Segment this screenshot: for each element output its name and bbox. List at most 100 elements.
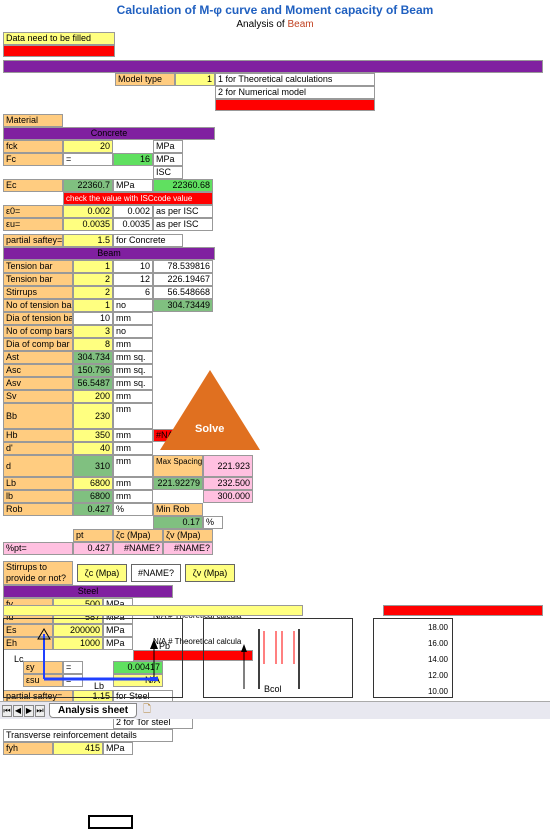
ast-value: 304.734 <box>73 351 113 364</box>
lb-value[interactable]: 6800 <box>73 477 113 490</box>
mini-chart: 18.00 16.00 14.00 12.00 10.00 <box>373 618 453 698</box>
fc-value[interactable]: 16 <box>113 153 153 166</box>
pt-label: %pt= <box>3 542 73 555</box>
bcol-label: Bcol <box>264 684 282 694</box>
chart-yellow-bar <box>3 605 303 616</box>
minrob-label: Min Rob <box>153 503 203 516</box>
rob-unit: % <box>113 503 153 516</box>
maxsp-v2a: 221.92279 <box>153 477 203 490</box>
tab-overflow-icon[interactable]: 🗋 <box>143 702 151 719</box>
model-label: Model type <box>115 73 175 86</box>
lb2-label: lb <box>3 490 73 503</box>
red-bar-model <box>215 99 375 111</box>
d-value: 310 <box>73 455 113 477</box>
conc-partial-value[interactable]: 1.5 <box>63 234 113 247</box>
beam-r2-c1[interactable]: 2 <box>73 286 113 299</box>
ntb-c3: 304.73449 <box>153 299 213 312</box>
zv-head: ζv (Mpa) <box>163 529 213 542</box>
beam-r2-c3: 56.548668 <box>153 286 213 299</box>
fc-label: Fc <box>3 153 63 166</box>
beam-r0-c1[interactable]: 1 <box>73 260 113 273</box>
stirrup-zc-button[interactable]: ζc (Mpa) <box>77 564 127 582</box>
dcb-unit: mm <box>113 338 153 351</box>
ec-calc: 22360.68 <box>153 179 213 192</box>
d-label: d <box>3 455 73 477</box>
d-unit: mm <box>113 455 153 477</box>
fyh-unit: MPa <box>103 742 133 755</box>
data-fill-label: Data need to be filled <box>3 32 115 45</box>
eu-isc-label: as per ISC <box>153 218 213 231</box>
stirrup-zv-button[interactable]: ζv (Mpa) <box>185 564 235 582</box>
dcb-label: Dia of comp bar <box>3 338 73 351</box>
ncb-value[interactable]: 3 <box>73 325 113 338</box>
eu-isc: 0.0035 <box>113 218 153 231</box>
asc-label: Asc <box>3 364 73 377</box>
ntb-label: No of tension bars <box>3 299 73 312</box>
dcb-value[interactable]: 8 <box>73 338 113 351</box>
subtitle-prefix: Analysis of <box>236 19 287 30</box>
fyh-value[interactable]: 415 <box>53 742 103 755</box>
fck-unit: MPa <box>153 140 183 153</box>
tab-analysis-sheet[interactable]: Analysis sheet <box>49 703 137 718</box>
e0-value[interactable]: 0.002 <box>63 205 113 218</box>
purple-bar-1 <box>3 60 543 73</box>
e0-label: ε0= <box>3 205 63 218</box>
tab-nav-controls[interactable]: ⏮ ◀ ▶ ⏭ <box>2 705 45 717</box>
beam-r0-c3: 78.539816 <box>153 260 213 273</box>
bb-label: Bb <box>3 403 73 429</box>
dp-value[interactable]: 40 <box>73 442 113 455</box>
page-title: Calculation of M-φ curve and Moment capa… <box>3 0 547 17</box>
ec-check: check the value with ISCcode value <box>63 192 213 205</box>
eu-label: εu= <box>3 218 63 231</box>
subtitle-subject: Beam <box>288 19 314 30</box>
sv-value[interactable]: 200 <box>73 390 113 403</box>
zv-value: #NAME? <box>163 542 213 555</box>
beam-r1-c2: 12 <box>113 273 153 286</box>
beam-r1-c1[interactable]: 2 <box>73 273 113 286</box>
ast-label: Ast <box>3 351 73 364</box>
tab-first-icon[interactable]: ⏮ <box>2 705 12 717</box>
lb2-value: 6800 <box>73 490 113 503</box>
tab-last-icon[interactable]: ⏭ <box>35 705 45 717</box>
minrob-unit: % <box>203 516 223 529</box>
ncb-label: No of comp bars <box>3 325 73 338</box>
stirrup-name-button[interactable]: #NAME? <box>131 564 181 582</box>
selected-cell[interactable] <box>88 815 133 829</box>
beam-r1-c3: 226.19467 <box>153 273 213 286</box>
rob-value: 0.427 <box>73 503 113 516</box>
beam-r1-l: Tension bar <box>3 273 73 286</box>
asc-unit: mm sq. <box>113 364 153 377</box>
column-diagram: Bcol <box>203 618 353 698</box>
sv-unit: mm <box>113 390 153 403</box>
subtitle: Analysis of Beam <box>3 17 547 32</box>
eu-value[interactable]: 0.0035 <box>63 218 113 231</box>
model-opt2: 2 for Numerical model <box>215 86 375 99</box>
rob-label: Rob <box>3 503 73 516</box>
beam-r0-l: Tension bar <box>3 260 73 273</box>
dtb-value: 10 <box>73 312 113 325</box>
beam-r2-l: Stirrups <box>3 286 73 299</box>
dp-unit: mm <box>113 442 153 455</box>
hb-value[interactable]: 350 <box>73 429 113 442</box>
ntb-c1[interactable]: 1 <box>73 299 113 312</box>
solve-button[interactable] <box>160 370 260 450</box>
beam-header: Beam <box>3 247 215 260</box>
ncb-unit: no <box>113 325 153 338</box>
tab-prev-icon[interactable]: ◀ <box>13 705 23 717</box>
model-value[interactable]: 1 <box>175 73 215 86</box>
dp-label: d' <box>3 442 73 455</box>
isc-label: ISC <box>153 166 183 179</box>
tab-next-icon[interactable]: ▶ <box>24 705 34 717</box>
bb-value[interactable]: 230 <box>73 403 113 429</box>
hb-label: Hb <box>3 429 73 442</box>
fc-eq: = <box>63 153 113 166</box>
maxsp-label: Max Spacing of <box>153 455 203 477</box>
stirrup-q-label: Stirrups toprovide or not? <box>3 561 73 585</box>
fck-value[interactable]: 20 <box>63 140 113 153</box>
fck-label: fck <box>3 140 63 153</box>
maxsp-v3: 300.000 <box>203 490 253 503</box>
dtb-unit: mm <box>113 312 153 325</box>
asv-value: 56.5487 <box>73 377 113 390</box>
sheet-tabs[interactable]: ⏮ ◀ ▶ ⏭ Analysis sheet 🗋 <box>0 701 550 719</box>
material-header: Material <box>3 114 63 127</box>
